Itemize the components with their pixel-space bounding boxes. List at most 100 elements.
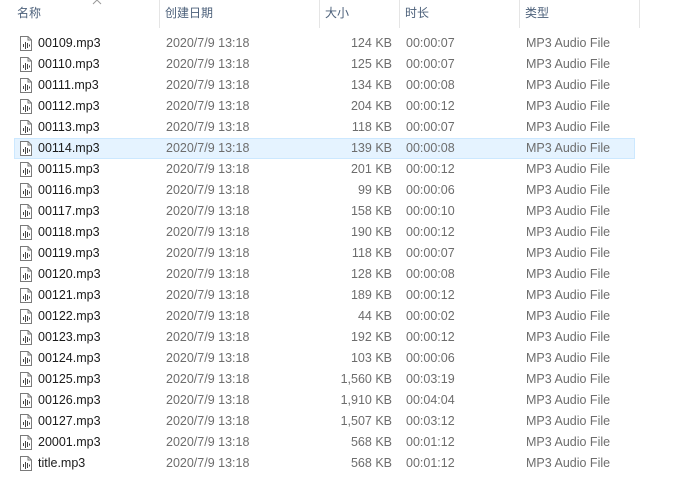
file-created-date: 2020/7/9 13:18	[166, 246, 250, 260]
file-duration: 00:00:02	[406, 309, 455, 323]
file-duration: 00:00:07	[406, 246, 455, 260]
file-type: MP3 Audio File	[526, 162, 611, 176]
file-duration: 00:00:06	[406, 351, 455, 365]
file-row[interactable]: 00118.mp3 2020/7/9 13:18 190 KB 00:00:12…	[0, 222, 695, 243]
file-created-date: 2020/7/9 13:18	[166, 351, 250, 365]
file-duration: 00:01:12	[406, 435, 455, 449]
file-size: 99 KB	[357, 183, 392, 197]
file-type: MP3 Audio File	[526, 372, 611, 386]
file-name: 00112.mp3	[38, 99, 100, 113]
file-row[interactable]: 20001.mp3 2020/7/9 13:18 568 KB 00:01:12…	[0, 432, 695, 453]
audio-file-icon	[20, 204, 32, 219]
column-header-duration-label: 时长	[405, 6, 430, 20]
file-row[interactable]: title.mp3 2020/7/9 13:18 568 KB 00:01:12…	[0, 453, 695, 474]
file-name: 00114.mp3	[38, 141, 100, 155]
file-size: 44 KB	[357, 309, 392, 323]
file-created-date: 2020/7/9 13:18	[166, 309, 250, 323]
file-created-date: 2020/7/9 13:18	[166, 330, 250, 344]
audio-file-icon	[20, 78, 32, 93]
file-row[interactable]: 00120.mp3 2020/7/9 13:18 128 KB 00:00:08…	[0, 264, 695, 285]
file-row[interactable]: 00116.mp3 2020/7/9 13:18 99 KB 00:00:06 …	[0, 180, 695, 201]
file-duration: 00:00:08	[406, 78, 455, 92]
audio-file-icon	[20, 414, 32, 429]
audio-file-icon	[20, 351, 32, 366]
audio-file-icon	[20, 141, 32, 156]
file-size: 201 KB	[350, 162, 392, 176]
file-created-date: 2020/7/9 13:18	[166, 204, 250, 218]
file-name: 00124.mp3	[38, 351, 101, 365]
column-header-type[interactable]: 类型	[520, 0, 640, 28]
audio-file-icon	[20, 456, 32, 471]
file-type: MP3 Audio File	[526, 99, 611, 113]
file-row[interactable]: 00110.mp3 2020/7/9 13:18 125 KB 00:00:07…	[0, 54, 695, 75]
file-row[interactable]: 00114.mp3 2020/7/9 13:18 139 KB 00:00:08…	[0, 138, 695, 159]
file-name: 00125.mp3	[38, 372, 101, 386]
file-created-date: 2020/7/9 13:18	[166, 99, 250, 113]
file-type: MP3 Audio File	[526, 141, 611, 155]
file-row[interactable]: 00127.mp3 2020/7/9 13:18 1,507 KB 00:03:…	[0, 411, 695, 432]
column-header-name[interactable]: 名称	[12, 0, 160, 28]
file-size: 1,507 KB	[340, 414, 392, 428]
file-row[interactable]: 00121.mp3 2020/7/9 13:18 189 KB 00:00:12…	[0, 285, 695, 306]
file-type: MP3 Audio File	[526, 288, 611, 302]
file-name: 00123.mp3	[38, 330, 101, 344]
file-created-date: 2020/7/9 13:18	[166, 36, 250, 50]
file-name: 00127.mp3	[38, 414, 101, 428]
column-header-type-label: 类型	[525, 6, 550, 20]
file-type: MP3 Audio File	[526, 78, 611, 92]
file-name: 00116.mp3	[38, 183, 100, 197]
file-row[interactable]: 00119.mp3 2020/7/9 13:18 118 KB 00:00:07…	[0, 243, 695, 264]
file-duration: 00:00:08	[406, 267, 455, 281]
file-row[interactable]: 00122.mp3 2020/7/9 13:18 44 KB 00:00:02 …	[0, 306, 695, 327]
file-duration: 00:00:07	[406, 57, 455, 71]
file-row[interactable]: 00123.mp3 2020/7/9 13:18 192 KB 00:00:12…	[0, 327, 695, 348]
file-row[interactable]: 00117.mp3 2020/7/9 13:18 158 KB 00:00:10…	[0, 201, 695, 222]
file-row[interactable]: 00109.mp3 2020/7/9 13:18 124 KB 00:00:07…	[0, 33, 695, 54]
file-type: MP3 Audio File	[526, 393, 611, 407]
file-duration: 00:00:10	[406, 204, 455, 218]
file-name: 00115.mp3	[38, 162, 100, 176]
file-size: 568 KB	[350, 435, 392, 449]
file-row[interactable]: 00113.mp3 2020/7/9 13:18 118 KB 00:00:07…	[0, 117, 695, 138]
file-size: 124 KB	[350, 36, 392, 50]
file-created-date: 2020/7/9 13:18	[166, 414, 250, 428]
audio-file-icon	[20, 36, 32, 51]
file-duration: 00:00:07	[406, 36, 455, 50]
file-row[interactable]: 00112.mp3 2020/7/9 13:18 204 KB 00:00:12…	[0, 96, 695, 117]
audio-file-icon	[20, 288, 32, 303]
file-row[interactable]: 00111.mp3 2020/7/9 13:18 134 KB 00:00:08…	[0, 75, 695, 96]
audio-file-icon	[20, 435, 32, 450]
file-size: 158 KB	[350, 204, 392, 218]
file-duration: 00:03:19	[406, 372, 455, 386]
file-duration: 00:00:12	[406, 162, 455, 176]
file-name: 20001.mp3	[38, 435, 101, 449]
file-created-date: 2020/7/9 13:18	[166, 57, 250, 71]
audio-file-icon	[20, 393, 32, 408]
file-size: 204 KB	[350, 99, 392, 113]
column-header-date-label: 创建日期	[165, 6, 214, 20]
audio-file-icon	[20, 120, 32, 135]
file-created-date: 2020/7/9 13:18	[166, 120, 250, 134]
file-name: 00109.mp3	[38, 36, 101, 50]
file-created-date: 2020/7/9 13:18	[166, 141, 250, 155]
file-type: MP3 Audio File	[526, 267, 611, 281]
file-row[interactable]: 00124.mp3 2020/7/9 13:18 103 KB 00:00:06…	[0, 348, 695, 369]
audio-file-icon	[20, 99, 32, 114]
file-list-view: 名称 创建日期 大小 时长 类型 00109.mp3 2020/7/9 13:1…	[0, 0, 695, 485]
audio-file-icon	[20, 267, 32, 282]
file-created-date: 2020/7/9 13:18	[166, 435, 250, 449]
file-row[interactable]: 00115.mp3 2020/7/9 13:18 201 KB 00:00:12…	[0, 159, 695, 180]
file-created-date: 2020/7/9 13:18	[166, 393, 250, 407]
file-rows: 00109.mp3 2020/7/9 13:18 124 KB 00:00:07…	[0, 33, 695, 474]
column-header-duration[interactable]: 时长	[400, 0, 520, 28]
file-row[interactable]: 00126.mp3 2020/7/9 13:18 1,910 KB 00:04:…	[0, 390, 695, 411]
file-size: 134 KB	[350, 78, 392, 92]
file-row[interactable]: 00125.mp3 2020/7/9 13:18 1,560 KB 00:03:…	[0, 369, 695, 390]
file-duration: 00:00:12	[406, 225, 455, 239]
column-header-name-label: 名称	[17, 6, 42, 20]
file-name: 00111.mp3	[38, 78, 99, 92]
file-name: 00113.mp3	[38, 120, 100, 134]
column-header-size[interactable]: 大小	[320, 0, 400, 28]
file-type: MP3 Audio File	[526, 183, 611, 197]
column-header-date[interactable]: 创建日期	[160, 0, 320, 28]
